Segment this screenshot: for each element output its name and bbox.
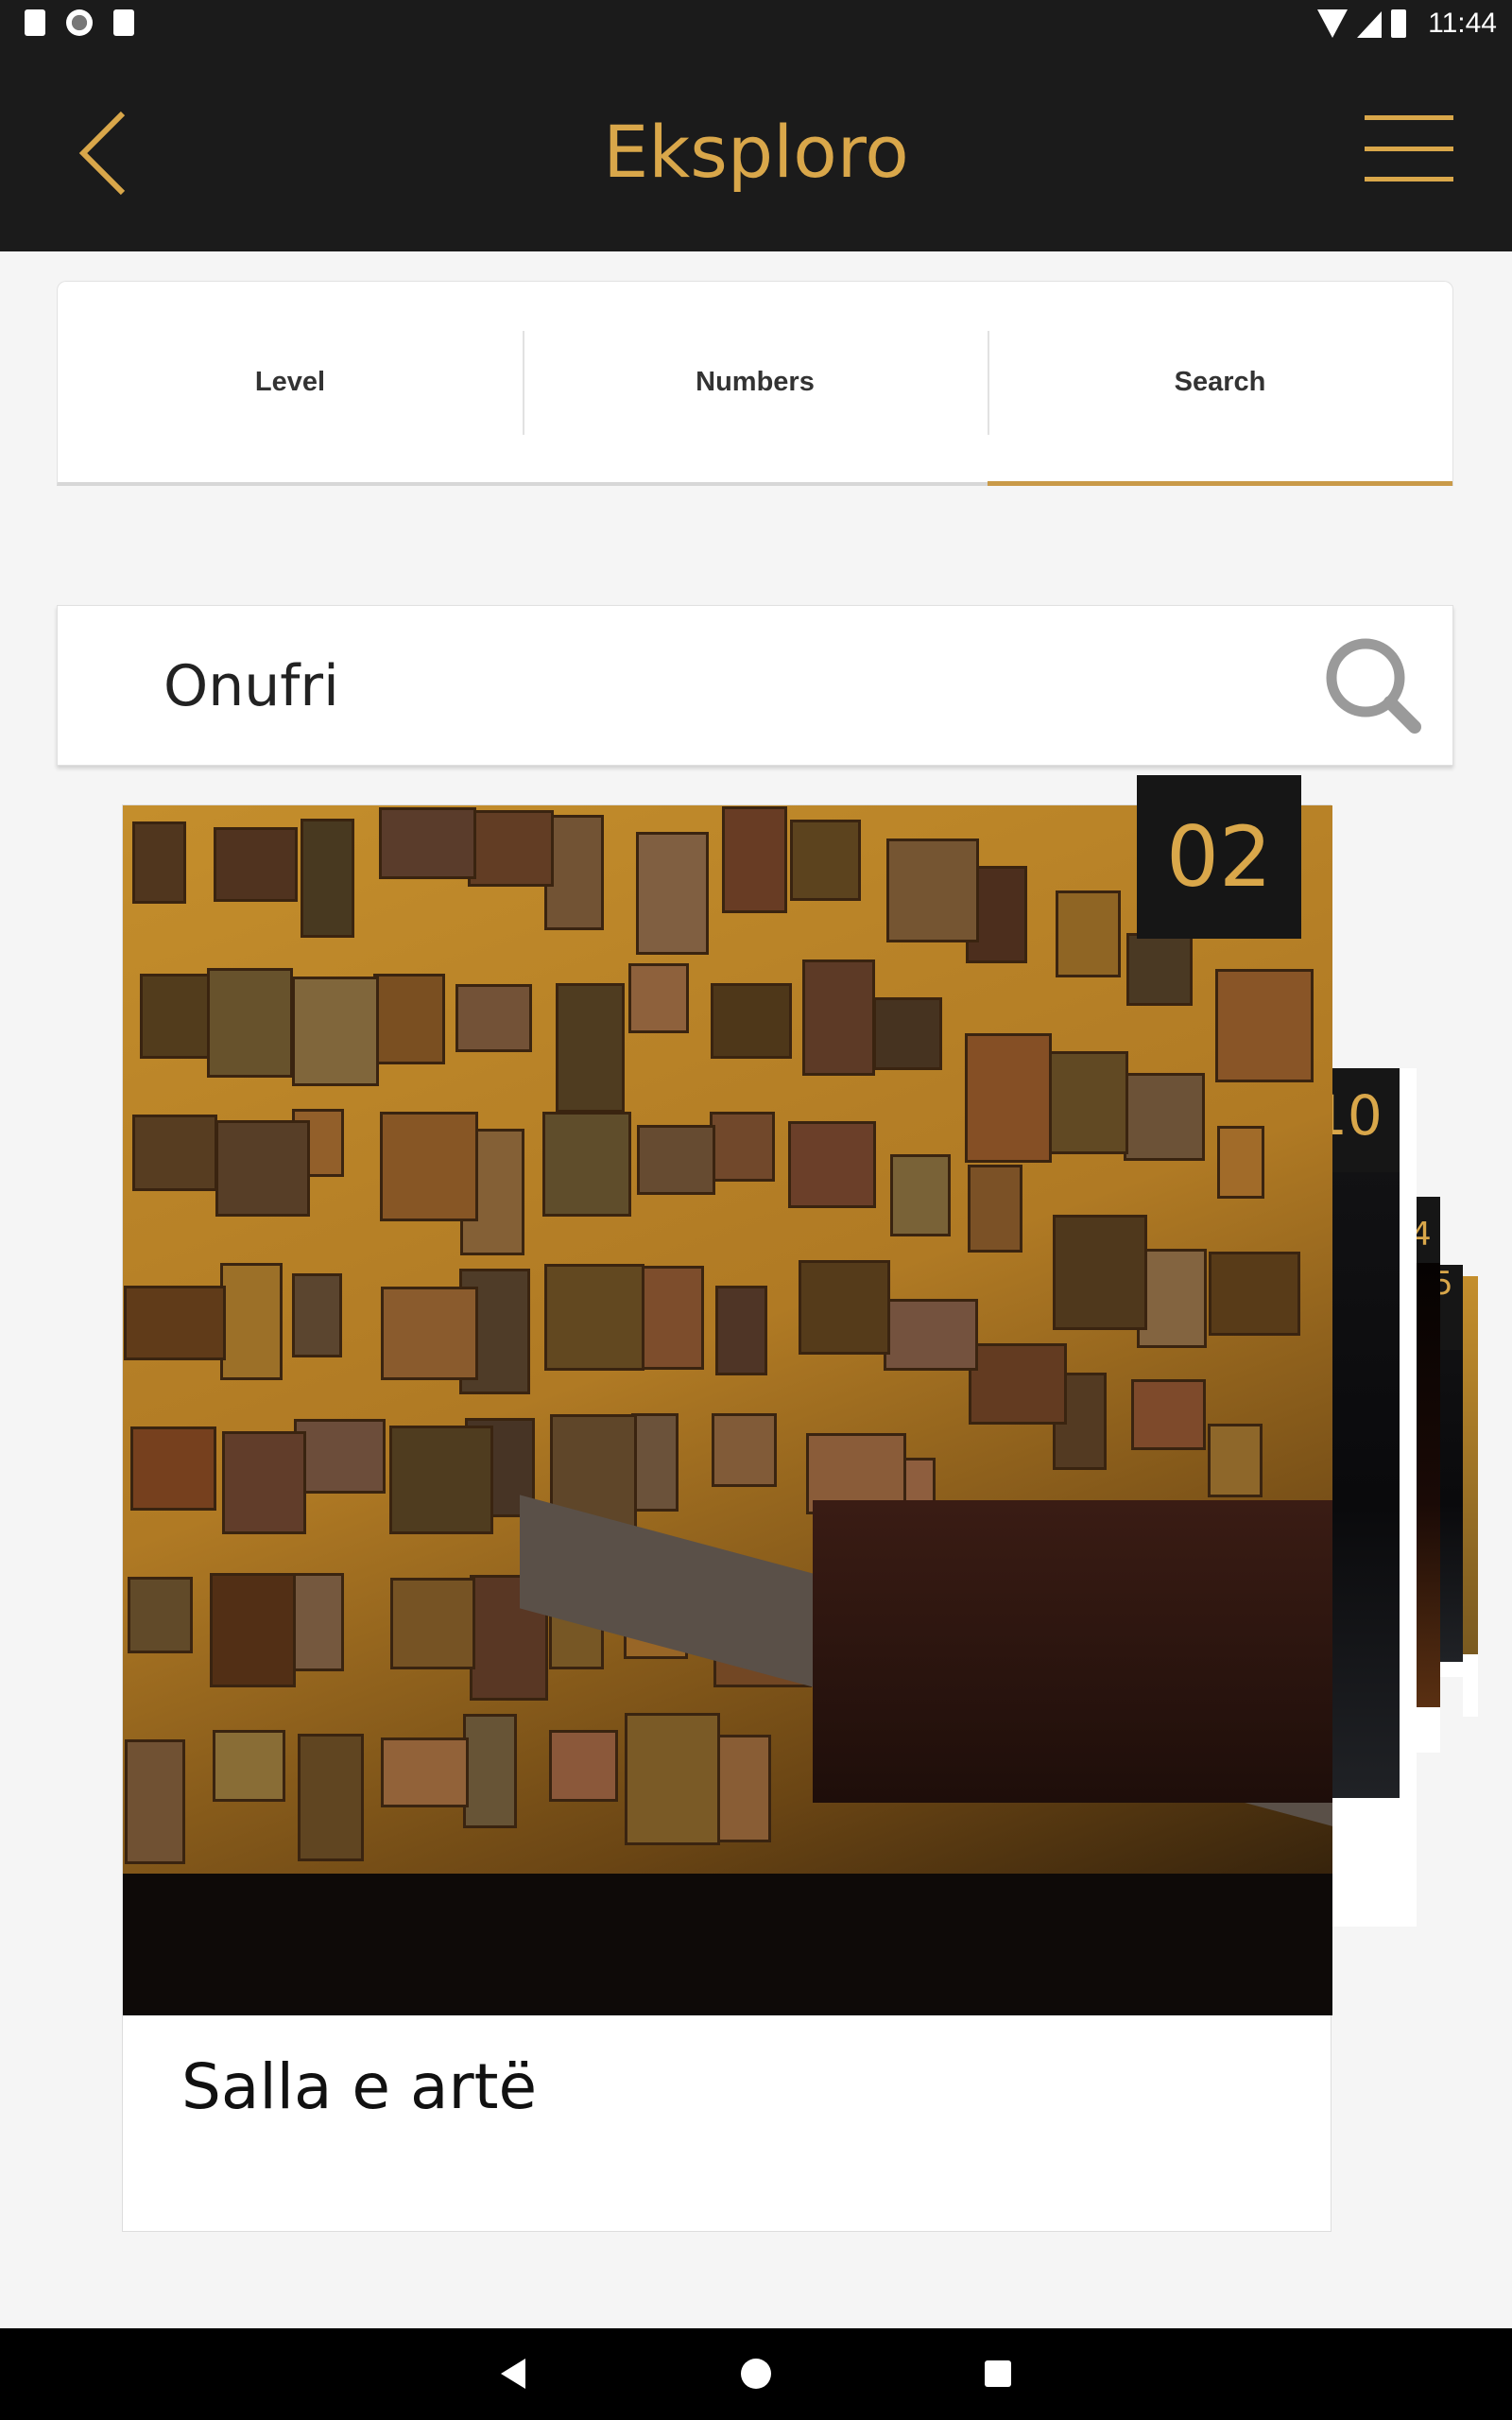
wall-icon-frame [291,1272,343,1358]
wall-icon-frame [1214,968,1314,1083]
wall-icon-frame [788,1120,877,1208]
wall-icon-frame [1130,1379,1206,1451]
stacked-card[interactable]: 5 [1440,1265,1463,1677]
wall-icon-frame [293,1418,387,1495]
wall-icon-frame [379,807,477,880]
home-circle-icon[interactable] [740,2357,772,2391]
wall-icon-frame [1124,1072,1205,1161]
battery-icon [1391,9,1406,38]
wall-icon-frame [965,1033,1052,1163]
wall-icon-frame [210,1572,297,1688]
wall-icon-frame [1209,1251,1301,1337]
wall-icon-frame [1217,1126,1265,1200]
status-bar: 11:44 [0,0,1512,62]
wall-icon-frame [637,1125,715,1196]
wall-icon-frame [1125,932,1193,1006]
wall-icon-frame [124,1738,185,1864]
record-icon [66,9,93,36]
wall-icon-frame [215,1120,311,1217]
wall-icon-frame [290,1573,345,1671]
room-card[interactable]: Salla e artë [122,804,1332,2232]
wall-icon-frame [300,819,355,938]
wall-icon-frame [709,1111,776,1182]
wall-icon-frame [380,1111,479,1221]
wall-icon-frame [298,1734,365,1862]
recents-square-icon[interactable] [983,2357,1013,2391]
wall-icon-frame [630,1412,679,1512]
wall-icon-frame [124,1286,227,1360]
wall-icon-frame [889,1153,952,1236]
signal-icon [1357,11,1382,38]
wall-icon-frame [455,983,533,1053]
wall-icon-frame [1055,890,1121,978]
wall-icon-frame [801,959,875,1077]
tab-numbers[interactable]: Numbers [523,282,988,482]
status-time: 11:44 [1428,8,1497,39]
a-badge-icon [25,9,45,36]
wall-icon-frame [714,1286,767,1375]
wall-icon-frame [380,1737,470,1808]
page-title: Eksploro [603,110,909,194]
search-box [57,605,1453,766]
wall-icon-frame [548,1730,618,1803]
wall-icon-frame [372,974,445,1065]
room-photo [123,805,1332,2015]
wall-icon-frame [627,963,690,1033]
wall-icon-frame [389,1426,493,1534]
wall-icon-frame [798,1259,891,1355]
wall-icon-frame [214,826,299,903]
stacked-card[interactable] [1463,1276,1478,1717]
wall-icon-frame [722,805,787,913]
stacked-card[interactable]: 10 [1332,1068,1417,1927]
wall-icon-frame [883,1298,979,1372]
wifi-icon [1317,9,1348,38]
system-nav-bar [0,2328,1512,2420]
wall-icon-frame [468,809,554,888]
wall-icon-frame [222,1431,306,1535]
wall-icon-frame [636,831,710,956]
wall-icon-frame [885,838,979,943]
tab-bar: Level Numbers Search [57,281,1453,486]
wall-icon-frame [968,1165,1022,1253]
wall-icon-frame [131,821,186,904]
wall-icon-frame [544,1263,644,1372]
wall-icon-frame [542,1112,631,1218]
wall-icon-frame [127,1577,194,1654]
wall-icon-frame [213,1729,285,1802]
tab-level[interactable]: Level [58,282,523,482]
wall-icon-frame [790,819,862,901]
wall-icon-frame [625,1713,720,1845]
stacked-card[interactable]: 4 [1417,1197,1440,1753]
wall-icon-frame [1053,1214,1148,1330]
wall-icon-frame [390,1577,475,1670]
wall-icon-frame [711,1413,778,1487]
wall-icon-frame [462,1713,518,1828]
wall-icon-frame [131,1115,218,1192]
search-icon[interactable] [1320,632,1424,736]
back-triangle-icon[interactable] [499,2357,527,2391]
wall-icon-frame [130,1426,216,1512]
wall-icon-frame [292,977,379,1087]
wall-icon-frame [969,1343,1067,1426]
room-title: Salla e artë [181,2050,538,2123]
wall-icon-frame [555,983,625,1113]
wall-icon-frame [139,973,211,1059]
wall-icon-frame [206,968,293,1078]
hamburger-menu-icon[interactable] [1365,115,1453,182]
sd-card-icon [113,9,134,36]
wall-icon-frame [219,1262,284,1380]
wall-icon-frame [872,997,942,1070]
wall-icon-frame [381,1287,479,1381]
wall-icon-frame [1208,1423,1263,1498]
wall-icon-frame [710,983,792,1060]
app-header: Eksploro [0,62,1512,251]
tab-search[interactable]: Search [988,282,1452,486]
search-input[interactable] [163,644,1203,729]
wall-icon-frame [1041,1051,1129,1155]
room-number-badge: 02 [1137,775,1301,939]
